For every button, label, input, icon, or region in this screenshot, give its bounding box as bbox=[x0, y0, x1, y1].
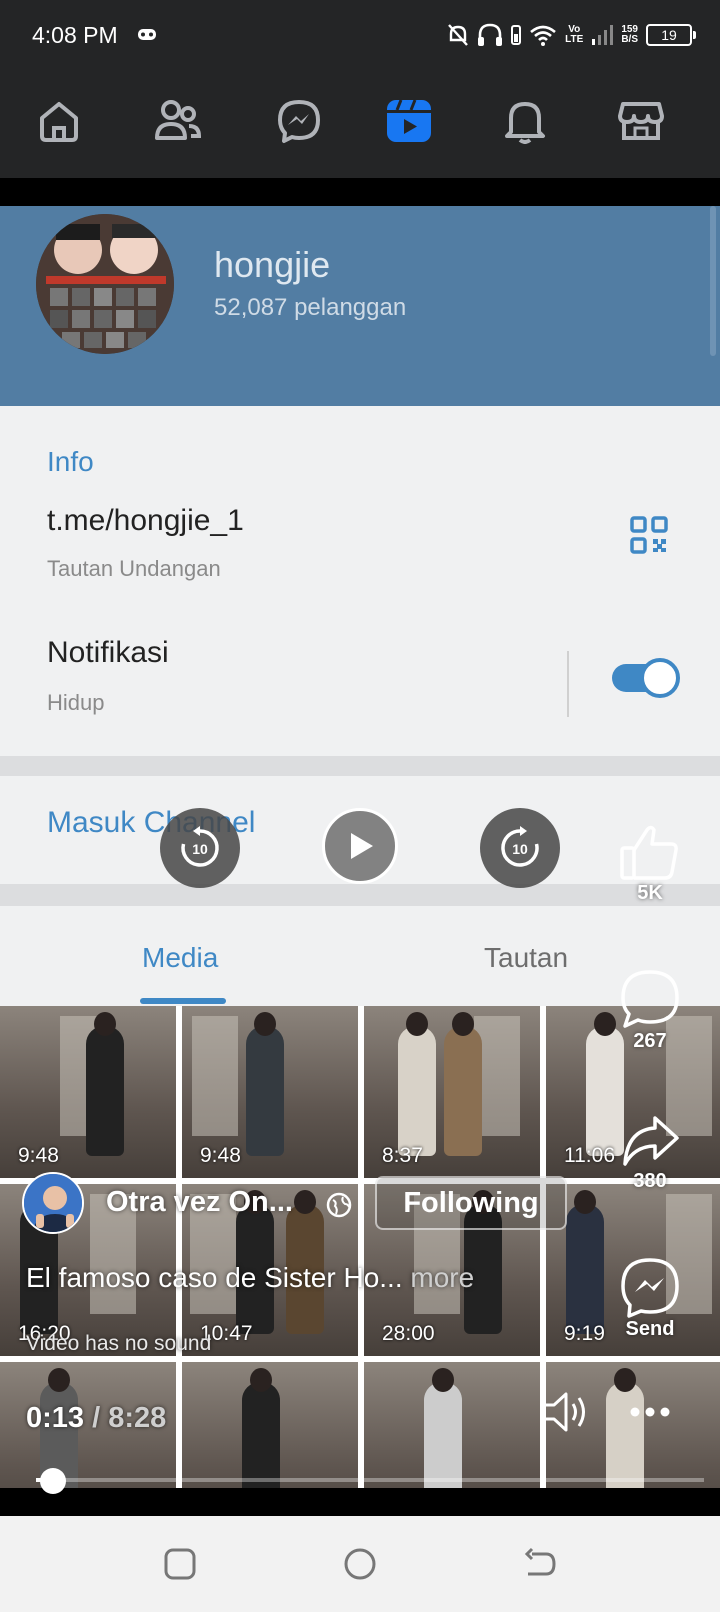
phone-battery-icon bbox=[511, 25, 522, 45]
section-divider bbox=[0, 756, 720, 776]
send-label: Send bbox=[625, 1318, 675, 1340]
media-thumbnail: 9:48 bbox=[182, 1006, 358, 1178]
volte-indicator: Vo LTE bbox=[565, 25, 583, 45]
forward-10-icon: 10 bbox=[501, 826, 539, 867]
video-duration: 8:37 bbox=[382, 1144, 423, 1167]
nav-marketplace[interactable] bbox=[616, 96, 666, 146]
media-thumbnail: 8:37 bbox=[364, 1006, 540, 1178]
home-icon bbox=[40, 102, 78, 142]
reels-icon bbox=[387, 99, 431, 142]
media-thumbnail bbox=[364, 1362, 540, 1488]
facebook-nav-bar bbox=[0, 72, 720, 178]
share-button[interactable]: 380 bbox=[612, 1112, 688, 1193]
qr-code-icon bbox=[630, 516, 668, 554]
messenger-send-icon bbox=[621, 1258, 679, 1318]
comment-button[interactable]: 267 bbox=[612, 968, 688, 1053]
video-duration: 28:00 bbox=[382, 1322, 435, 1345]
info-title: Info bbox=[47, 446, 94, 477]
more-options-icon[interactable] bbox=[628, 1400, 672, 1424]
share-icon bbox=[623, 1116, 679, 1166]
status-time: 4:08 PM bbox=[32, 22, 118, 48]
game-controller-icon bbox=[138, 29, 156, 40]
divider bbox=[567, 651, 569, 717]
tab-media: Media bbox=[142, 942, 219, 973]
play-button[interactable] bbox=[322, 808, 398, 884]
page-name[interactable]: Otra vez On... bbox=[106, 1186, 293, 1219]
channel-name: hongjie bbox=[214, 244, 331, 285]
comment-icon bbox=[621, 970, 679, 1028]
channel-avatar-image bbox=[36, 214, 174, 354]
nav-messenger[interactable] bbox=[274, 96, 324, 146]
shares-count: 380 bbox=[633, 1170, 667, 1192]
notifications-toggle bbox=[612, 658, 680, 698]
wifi-icon bbox=[530, 25, 556, 46]
caption-more-link[interactable]: more bbox=[410, 1262, 474, 1293]
notifications-icon bbox=[505, 102, 545, 144]
tab-tautan: Tautan bbox=[484, 942, 569, 973]
globe-icon bbox=[326, 1192, 352, 1218]
channel-info-section: Info t.me/hongjie_1 Tautan Undangan Noti… bbox=[0, 406, 720, 756]
video-caption[interactable]: El famoso caso de Sister Ho... more bbox=[26, 1262, 474, 1294]
nav-friends[interactable] bbox=[152, 96, 202, 146]
skip-back-button[interactable]: 10 bbox=[160, 808, 240, 888]
battery-indicator: 19 bbox=[646, 24, 696, 46]
status-bar: 4:08 PM Vo LTE 159 B/S 19 bbox=[0, 0, 720, 72]
home-nav-icon[interactable] bbox=[342, 1546, 378, 1582]
like-button[interactable]: 5K bbox=[612, 822, 688, 905]
rewind-10-icon: 10 bbox=[181, 826, 219, 867]
channel-header: hongjie 52,087 pelanggan bbox=[0, 206, 720, 406]
total-time: 8:28 bbox=[108, 1402, 167, 1434]
friends-icon bbox=[155, 100, 201, 140]
page-avatar[interactable] bbox=[22, 1172, 84, 1234]
headphones-icon bbox=[478, 23, 503, 46]
network-speed: 159 B/S bbox=[621, 25, 638, 45]
svg-text:10: 10 bbox=[512, 841, 528, 857]
media-thumbnail: 9:48 bbox=[0, 1006, 176, 1178]
current-time: 0:13 bbox=[26, 1402, 85, 1434]
video-duration: 9:48 bbox=[200, 1144, 241, 1167]
recent-apps-icon[interactable] bbox=[162, 1546, 198, 1582]
nav-notifications[interactable] bbox=[500, 96, 550, 146]
time-separator: / bbox=[92, 1402, 101, 1434]
nav-video[interactable] bbox=[384, 96, 434, 146]
caption-text: El famoso caso de Sister Ho... bbox=[26, 1262, 403, 1293]
no-sound-notice: Video has no sound bbox=[26, 1332, 212, 1355]
signal-icon bbox=[592, 25, 614, 45]
notifications-muted-icon bbox=[448, 24, 469, 46]
comments-count: 267 bbox=[633, 1030, 667, 1052]
marketplace-icon bbox=[618, 102, 664, 140]
scroll-indicator bbox=[710, 206, 716, 356]
video-duration: 11:06 bbox=[564, 1144, 615, 1167]
back-icon[interactable] bbox=[522, 1546, 558, 1582]
invite-link-label: Tautan Undangan bbox=[47, 556, 221, 581]
status-icons: Vo LTE 159 B/S 19 bbox=[447, 20, 696, 50]
notifications-title: Notifikasi bbox=[47, 636, 169, 669]
invite-link: t.me/hongjie_1 bbox=[47, 504, 244, 537]
like-icon bbox=[620, 825, 678, 880]
skip-forward-button[interactable]: 10 bbox=[480, 808, 560, 888]
notifications-state: Hidup bbox=[47, 690, 105, 715]
video-duration: 9:19 bbox=[564, 1322, 605, 1345]
volte-bottom: LTE bbox=[565, 34, 584, 45]
system-navigation-bar bbox=[0, 1516, 720, 1612]
playback-time: 0:13 / 8:28 bbox=[26, 1402, 166, 1435]
following-button[interactable]: Following bbox=[375, 1176, 567, 1230]
tab-active-indicator bbox=[140, 998, 226, 1004]
channel-avatar bbox=[36, 214, 174, 354]
send-button[interactable]: Send bbox=[612, 1256, 688, 1341]
video-duration: 9:48 bbox=[18, 1144, 59, 1167]
messenger-icon bbox=[278, 100, 320, 143]
likes-count: 5K bbox=[637, 882, 663, 904]
speed-unit: B/S bbox=[621, 34, 638, 45]
nav-home[interactable] bbox=[34, 96, 84, 146]
svg-text:10: 10 bbox=[192, 841, 208, 857]
channel-subscribers: 52,087 pelanggan bbox=[214, 294, 407, 321]
progress-handle[interactable] bbox=[40, 1468, 66, 1494]
media-thumbnail bbox=[182, 1362, 358, 1488]
volume-icon[interactable] bbox=[540, 1388, 592, 1436]
progress-track[interactable] bbox=[36, 1478, 704, 1482]
play-icon bbox=[351, 833, 373, 859]
